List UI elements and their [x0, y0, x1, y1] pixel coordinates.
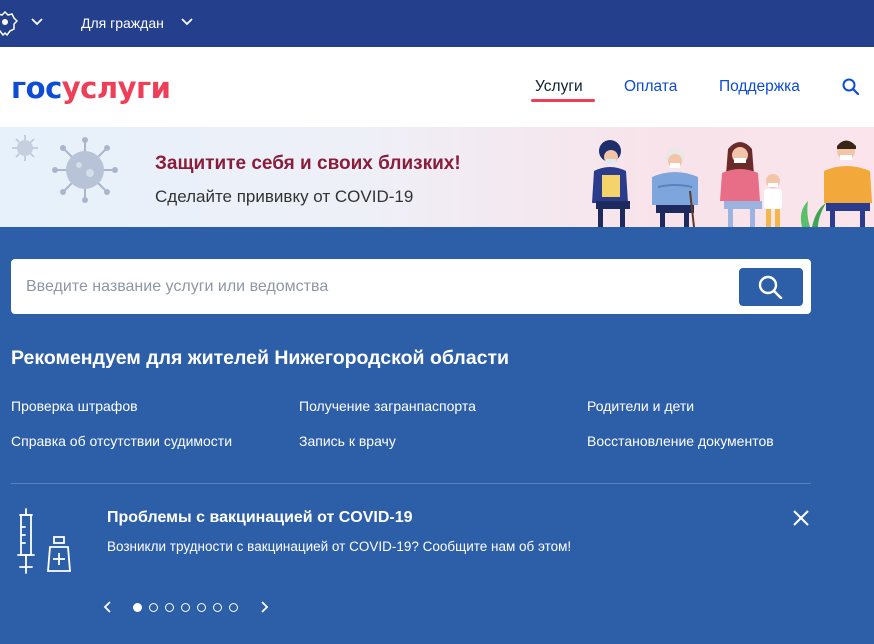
carousel-dot[interactable]: [197, 603, 206, 612]
search-icon[interactable]: [842, 78, 859, 95]
nav-payment[interactable]: Оплата: [624, 78, 677, 96]
rec-link-criminal-record[interactable]: Справка об отсутствии судимости: [11, 433, 232, 449]
covid-promo-banner[interactable]: Защитите себя и своих близких! Сделайте …: [0, 127, 874, 227]
nav-services[interactable]: Услуги: [535, 78, 583, 96]
rec-link-passport[interactable]: Получение загранпаспорта: [299, 398, 476, 414]
divider: [11, 483, 811, 484]
carousel-dot[interactable]: [229, 603, 238, 612]
carousel-dot[interactable]: [165, 603, 174, 612]
rec-link-fines[interactable]: Проверка штрафов: [11, 398, 138, 414]
virus-icon: [52, 137, 118, 203]
nav-active-underline: [531, 99, 595, 102]
chevron-down-icon[interactable]: [181, 17, 193, 27]
rec-link-documents[interactable]: Восстановление документов: [587, 433, 774, 449]
gosuslugi-logo[interactable]: госуслуги: [11, 71, 171, 105]
banner-subtitle: Сделайте прививку от COVID-19: [155, 187, 414, 206]
vial-icon: [47, 536, 71, 572]
rec-link-parents[interactable]: Родители и дети: [587, 398, 694, 414]
emblem-icon[interactable]: [0, 9, 18, 37]
chevron-right-icon[interactable]: [259, 601, 269, 613]
chevron-down-icon[interactable]: [31, 17, 43, 27]
covid-notice-title[interactable]: Проблемы с вакцинацией от COVID-19: [107, 509, 413, 527]
syringe-icon: [17, 508, 71, 574]
carousel-dot[interactable]: [149, 603, 158, 612]
logo-part-gos: гос: [11, 71, 62, 105]
nav-support[interactable]: Поддержка: [719, 78, 800, 96]
covid-notice-text[interactable]: Возникли трудности с вакцинацией от COVI…: [107, 539, 571, 554]
recommendations-title: Рекомендуем для жителей Нижегородской об…: [11, 347, 510, 369]
banner-title: Защитите себя и своих близких!: [155, 153, 461, 174]
rec-link-doctor[interactable]: Запись к врачу: [299, 433, 396, 449]
chevron-left-icon[interactable]: [103, 601, 113, 613]
virus-icon: [12, 135, 38, 161]
logo-part-uslugi: услуги: [61, 71, 171, 105]
search-icon: [758, 275, 783, 299]
search-button[interactable]: [739, 268, 803, 306]
search-input[interactable]: [26, 259, 726, 314]
carousel-dot[interactable]: [181, 603, 190, 612]
people-illustration: [592, 140, 872, 227]
site-header: госуслуги Услуги Оплата Поддержка: [0, 47, 874, 127]
carousel-dot[interactable]: [213, 603, 222, 612]
search-box: [11, 259, 811, 314]
top-bar: Для граждан: [0, 0, 874, 47]
region-selector-label[interactable]: Для граждан: [81, 15, 164, 31]
carousel-dot[interactable]: [133, 603, 142, 612]
close-icon[interactable]: [792, 509, 810, 527]
